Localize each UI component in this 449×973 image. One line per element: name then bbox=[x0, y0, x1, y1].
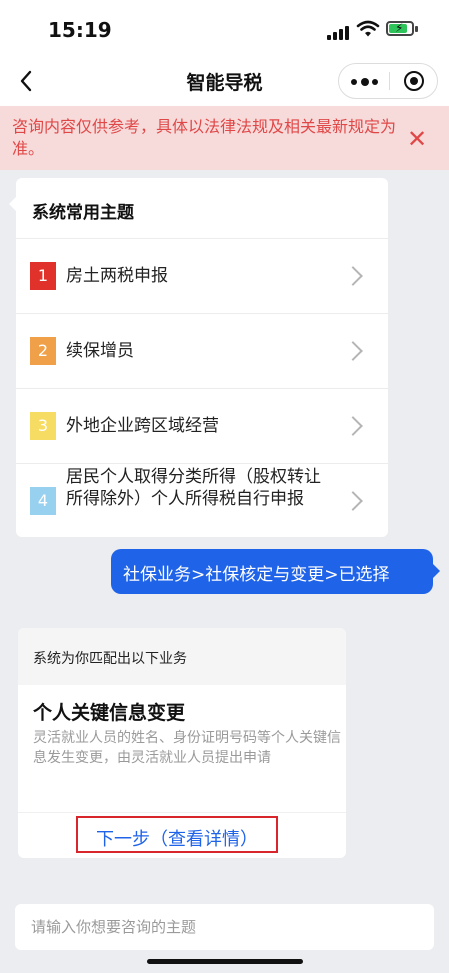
battery-icon: ⚡ bbox=[386, 21, 414, 36]
query-input[interactable] bbox=[15, 904, 434, 950]
chevron-right-icon bbox=[343, 266, 363, 286]
status-bar: 15:19 ⚡ bbox=[0, 0, 449, 56]
signal-icon bbox=[327, 24, 351, 40]
topic-label: 居民个人取得分类所得（股权转让所得除外）个人所得税自行申报 bbox=[66, 467, 321, 509]
close-icon[interactable]: ✕ bbox=[404, 126, 430, 152]
topic-label: 续保增员 bbox=[66, 341, 134, 361]
more-button[interactable] bbox=[339, 64, 389, 98]
business-description: 灵活就业人员的姓名、身份证明号码等个人关键信息发生变更，由灵活就业人员提出申请 bbox=[33, 730, 341, 766]
topic-label: 外地企业跨区域经营 bbox=[66, 416, 219, 436]
topic-item-3[interactable]: 3 外地企业跨区域经营 bbox=[16, 388, 388, 463]
chevron-right-icon bbox=[343, 416, 363, 436]
divider bbox=[18, 812, 346, 813]
topic-number-badge: 2 bbox=[30, 337, 56, 365]
topics-title: 系统常用主题 bbox=[32, 203, 134, 223]
topic-number-badge: 3 bbox=[30, 412, 56, 440]
disclaimer-text: 咨询内容仅供参考，具体以法律法规及相关最新规定为准。 bbox=[12, 117, 397, 158]
close-miniprogram-button[interactable] bbox=[390, 64, 438, 98]
topic-number-badge: 1 bbox=[30, 262, 56, 290]
next-step-label: 下一步（查看详情） bbox=[96, 829, 258, 850]
topic-item-2[interactable]: 2 续保增员 bbox=[16, 313, 388, 388]
mini-program-capsule bbox=[338, 63, 438, 99]
business-title: 个人关键信息变更 bbox=[33, 702, 186, 724]
next-step-button[interactable]: 下一步（查看详情） bbox=[76, 816, 278, 853]
business-card-header: 系统为你匹配出以下业务 bbox=[18, 628, 346, 685]
more-dots-icon bbox=[351, 79, 357, 85]
user-message-bubble: 社保业务>社保核定与变更>已选择 bbox=[111, 549, 440, 594]
chevron-right-icon bbox=[343, 491, 363, 511]
matched-business-card: 系统为你匹配出以下业务 个人关键信息变更 灵活就业人员的姓名、身份证明号码等个人… bbox=[18, 628, 346, 858]
chevron-right-icon bbox=[343, 341, 363, 361]
topic-item-1[interactable]: 1 房土两税申报 bbox=[16, 238, 388, 313]
topic-item-4[interactable]: 4 居民个人取得分类所得（股权转让所得除外）个人所得税自行申报 bbox=[16, 463, 388, 537]
disclaimer-banner: 咨询内容仅供参考，具体以法律法规及相关最新规定为准。 ✕ bbox=[0, 106, 449, 170]
topic-label: 房土两税申报 bbox=[66, 266, 168, 286]
wifi-icon bbox=[356, 20, 380, 37]
topic-number-badge: 4 bbox=[30, 487, 56, 515]
status-time: 15:19 bbox=[48, 18, 112, 42]
business-card-header-text: 系统为你匹配出以下业务 bbox=[33, 651, 187, 667]
common-topics-card: 系统常用主题 1 房土两税申报 2 续保增员 3 外地企业跨区域经营 4 居民个… bbox=[9, 178, 388, 537]
nav-bar: 智能导税 bbox=[0, 56, 449, 106]
home-indicator bbox=[147, 959, 303, 964]
input-bar bbox=[0, 886, 449, 973]
user-message-text: 社保业务>社保核定与变更>已选择 bbox=[123, 565, 390, 585]
